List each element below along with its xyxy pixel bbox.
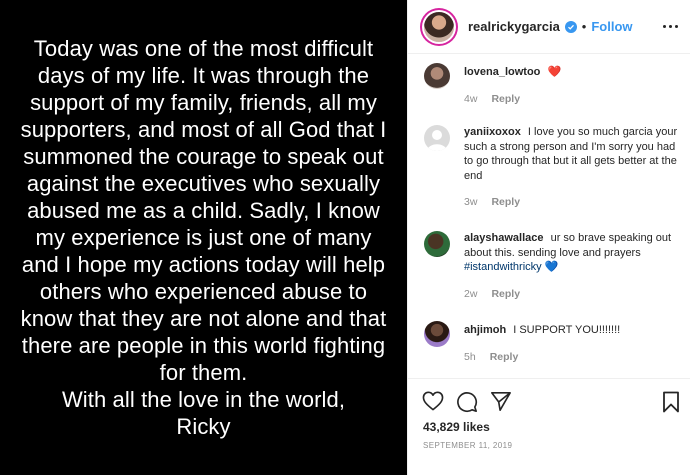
verified-badge-icon: [564, 20, 577, 33]
heart-emoji: ❤️: [547, 66, 562, 78]
reply-button[interactable]: Reply: [490, 350, 519, 365]
post-header: realrickygarcia • Follow: [408, 0, 690, 54]
follow-button[interactable]: Follow: [591, 19, 632, 34]
post-image: Today was one of the most difficult days…: [0, 0, 407, 475]
avatar[interactable]: [424, 11, 454, 42]
comment-item: lovena_lowtoo ❤️ 4w Reply: [424, 63, 680, 106]
comment-username[interactable]: lovena_lowtoo: [464, 66, 540, 78]
reply-button[interactable]: Reply: [491, 195, 520, 210]
comment-item: yaniixoxox I love you so much garcia you…: [424, 125, 680, 210]
bookmark-icon[interactable]: [662, 391, 680, 413]
comment-text: I SUPPORT YOU!!!!!!!: [513, 324, 621, 336]
comment-icon[interactable]: [456, 391, 478, 413]
post-date: SEPTEMBER 11, 2019: [423, 441, 513, 450]
comment-age: 3w: [464, 196, 478, 208]
post-side-panel: realrickygarcia • Follow lovena_lowtoo ❤…: [407, 0, 690, 475]
avatar[interactable]: [424, 321, 450, 347]
hashtag-link[interactable]: #istandwithricky: [464, 261, 542, 273]
reply-button[interactable]: Reply: [491, 92, 520, 107]
comment-age: 2w: [464, 287, 478, 300]
header-username[interactable]: realrickygarcia: [468, 19, 560, 34]
avatar[interactable]: [424, 63, 450, 89]
reply-button[interactable]: Reply: [491, 287, 520, 302]
more-options-icon[interactable]: [663, 25, 678, 28]
default-avatar-icon: [427, 130, 447, 151]
comment-item: alayshawallace ur so brave speaking out …: [424, 231, 680, 301]
likes-number: 43,829: [423, 420, 460, 434]
comment-item: ahjimoh I SUPPORT YOU!!!!!!! 5h Reply: [424, 321, 680, 364]
action-bar: 43,829 likes SEPTEMBER 11, 2019: [408, 378, 690, 474]
blue-heart-emoji: 💙: [544, 261, 559, 273]
comment-age: 4w: [464, 92, 478, 105]
likes-label: likes: [463, 420, 490, 434]
comment-username[interactable]: alayshawallace: [464, 232, 544, 244]
comments-list[interactable]: lovena_lowtoo ❤️ 4w Reply yaniixoxox I l…: [408, 55, 690, 377]
comment-username[interactable]: ahjimoh: [464, 324, 506, 336]
likes-count[interactable]: 43,829 likes: [423, 420, 490, 434]
separator-dot: •: [581, 19, 587, 34]
share-icon[interactable]: [490, 391, 512, 412]
comment-username[interactable]: yaniixoxox: [464, 126, 521, 138]
post-caption-image-text: Today was one of the most difficult days…: [20, 36, 387, 439]
comment-age: 5h: [464, 350, 476, 363]
avatar[interactable]: [424, 231, 450, 257]
avatar[interactable]: [424, 125, 450, 151]
heart-icon[interactable]: [422, 391, 444, 411]
